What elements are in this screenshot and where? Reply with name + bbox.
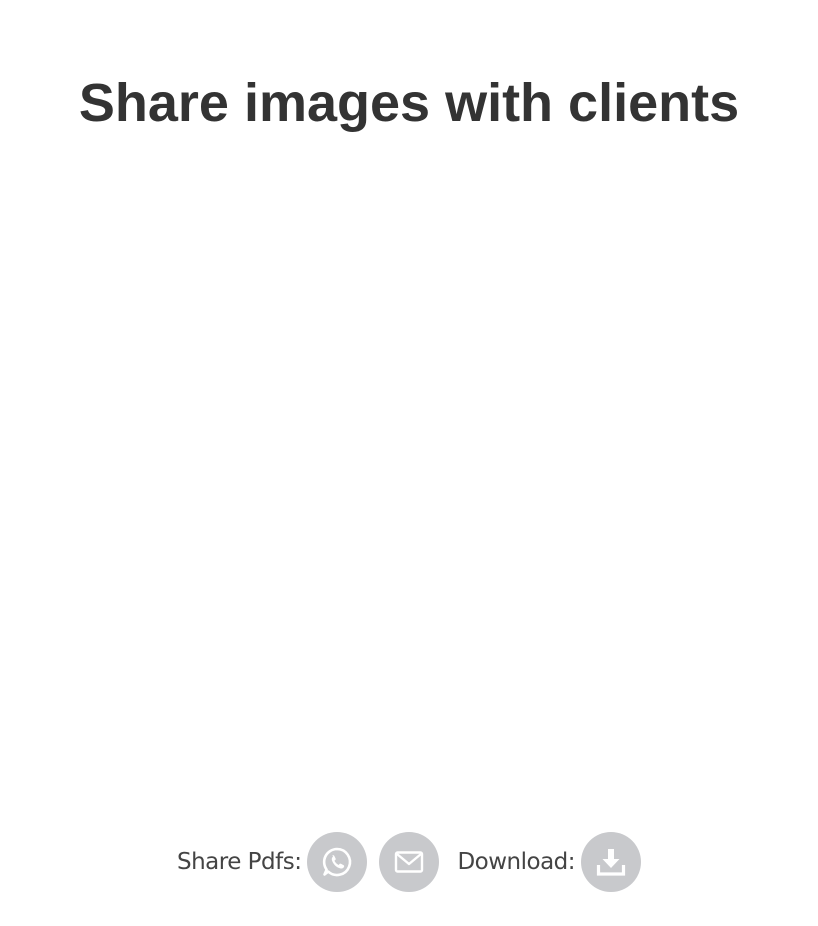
email-share-button[interactable] [379, 832, 440, 892]
whatsapp-icon [318, 843, 356, 881]
download-icon [592, 843, 630, 881]
download-label: Download: [457, 849, 576, 875]
download-button[interactable] [581, 832, 642, 892]
page-title: Share images with clients [78, 73, 740, 133]
mail-icon [390, 843, 428, 881]
whatsapp-share-button[interactable] [307, 832, 368, 892]
share-pdfs-label: Share Pdfs: [176, 849, 302, 875]
share-bar: Share Pdfs: Download: [0, 832, 818, 892]
